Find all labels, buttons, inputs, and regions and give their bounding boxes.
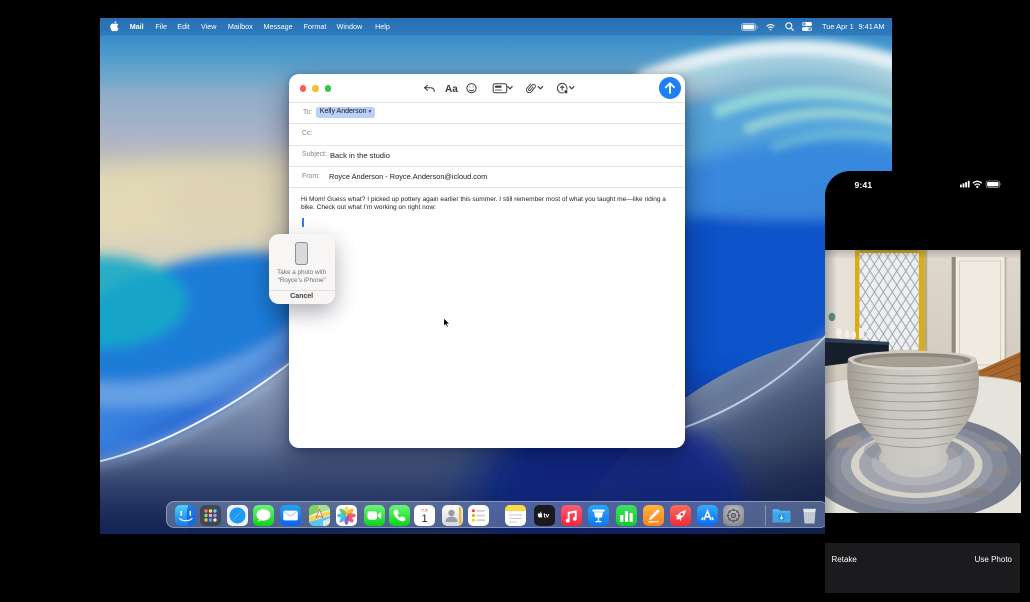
svg-text:1: 1 [421,513,427,525]
svg-text:tv: tv [543,512,549,519]
svg-text:Aa: Aa [445,84,458,95]
